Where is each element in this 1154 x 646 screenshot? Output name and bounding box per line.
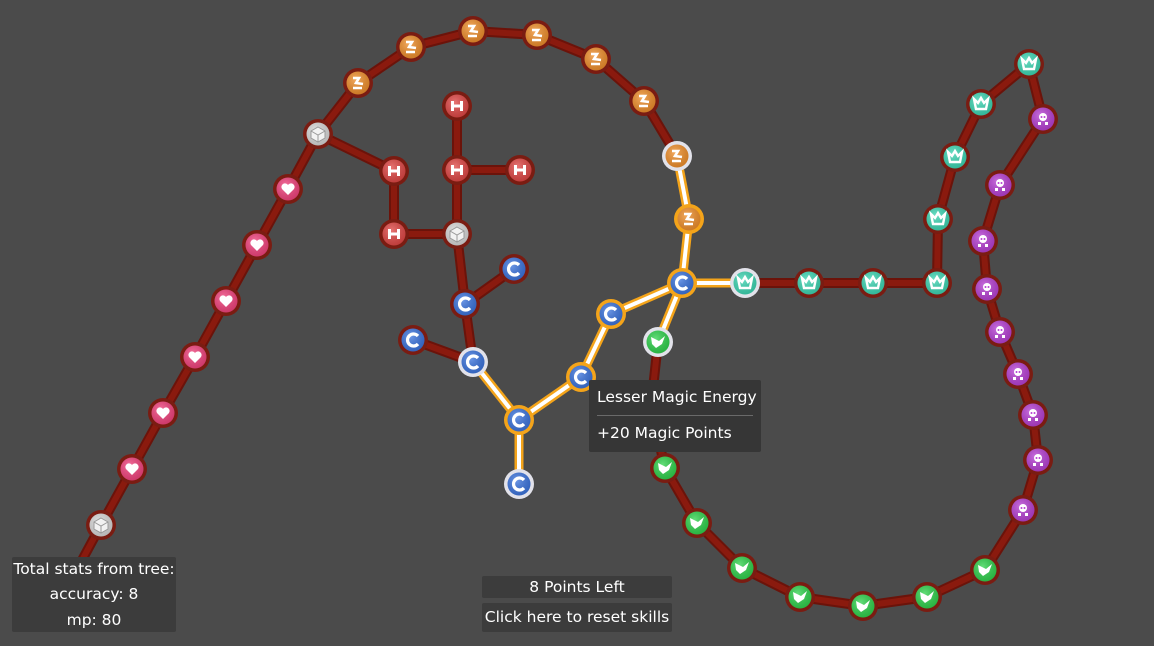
skill-node-defense[interactable] [730, 268, 760, 298]
stat-mp: mp: 80 [66, 611, 122, 629]
skill-node-agility[interactable] [970, 555, 1000, 585]
skill-node-neutral[interactable] [442, 219, 472, 249]
tooltip-description: +20 Magic Points [597, 424, 732, 442]
skill-node-power[interactable] [522, 20, 552, 50]
skill-node-health[interactable] [442, 91, 472, 121]
skill-node-arcane[interactable] [1003, 359, 1033, 389]
skill-node-heart[interactable] [117, 454, 147, 484]
skill-node-arcane[interactable] [1008, 495, 1038, 525]
skill-node-magic[interactable] [458, 347, 488, 377]
skill-tooltip: Lesser Magic Energy +20 Magic Points [589, 380, 761, 452]
skill-node-power[interactable] [458, 16, 488, 46]
tooltip-divider [597, 415, 753, 416]
skill-node-heart[interactable] [273, 174, 303, 204]
skill-node-heart[interactable] [148, 398, 178, 428]
skill-node-defense[interactable] [1014, 49, 1044, 79]
skill-node-heart[interactable] [211, 286, 241, 316]
skill-node-agility[interactable] [650, 453, 680, 483]
skill-node-magic[interactable] [450, 289, 480, 319]
skill-node-defense[interactable] [794, 268, 824, 298]
skill-node-defense[interactable] [940, 142, 970, 172]
skill-node-defense[interactable] [858, 268, 888, 298]
stats-panel: Total stats from tree: accuracy: 8 mp: 8… [12, 557, 176, 632]
skill-node-defense[interactable] [923, 204, 953, 234]
skill-node-power[interactable] [674, 204, 704, 234]
skill-node-power[interactable] [662, 141, 692, 171]
skill-node-arcane[interactable] [972, 274, 1002, 304]
skill-node-arcane[interactable] [968, 226, 998, 256]
skill-node-power[interactable] [396, 32, 426, 62]
skill-node-neutral[interactable] [303, 119, 333, 149]
skill-node-arcane[interactable] [1018, 400, 1048, 430]
skill-node-power[interactable] [629, 86, 659, 116]
skill-node-magic[interactable] [596, 299, 626, 329]
skill-node-agility[interactable] [912, 582, 942, 612]
skill-node-magic[interactable] [504, 405, 534, 435]
skill-node-magic[interactable] [667, 268, 697, 298]
skill-node-neutral[interactable] [86, 510, 116, 540]
skill-node-health[interactable] [379, 156, 409, 186]
skill-node-arcane[interactable] [985, 317, 1015, 347]
skill-node-arcane[interactable] [1028, 104, 1058, 134]
skill-node-heart[interactable] [242, 230, 272, 260]
skill-node-agility[interactable] [848, 591, 878, 621]
skill-node-power[interactable] [581, 44, 611, 74]
skill-node-magic[interactable] [398, 325, 428, 355]
skill-node-power[interactable] [343, 68, 373, 98]
tooltip-title: Lesser Magic Energy [597, 388, 757, 406]
cube-icon [93, 517, 109, 534]
skill-node-arcane[interactable] [985, 170, 1015, 200]
skill-tree [69, 16, 1058, 621]
skill-node-heart[interactable] [180, 342, 210, 372]
reset-skills-button[interactable]: Click here to reset skills [482, 603, 672, 632]
stats-title: Total stats from tree: [13, 560, 175, 578]
cube-icon [449, 226, 465, 243]
skill-node-defense[interactable] [922, 268, 952, 298]
skill-node-arcane[interactable] [1023, 445, 1053, 475]
stat-accuracy: accuracy: 8 [49, 585, 139, 603]
skill-node-magic[interactable] [499, 254, 529, 284]
skill-node-agility[interactable] [643, 327, 673, 357]
skill-node-health[interactable] [505, 155, 535, 185]
skill-node-health[interactable] [442, 155, 472, 185]
cube-icon [310, 126, 326, 143]
skill-node-magic[interactable] [504, 469, 534, 499]
points-left-label: 8 Points Left [482, 576, 672, 598]
skill-node-agility[interactable] [785, 582, 815, 612]
skill-node-agility[interactable] [727, 553, 757, 583]
skill-node-health[interactable] [379, 219, 409, 249]
skill-node-defense[interactable] [966, 89, 996, 119]
skill-node-agility[interactable] [682, 508, 712, 538]
